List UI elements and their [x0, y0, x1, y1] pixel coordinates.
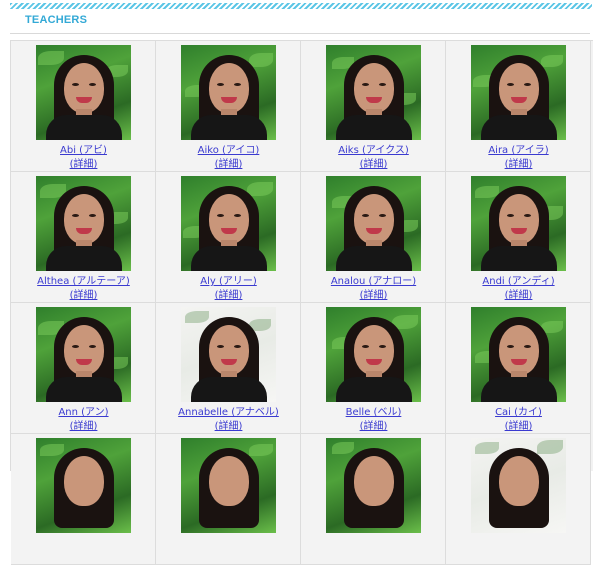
teacher-name-link[interactable]: Aiko (アイコ) [156, 141, 301, 156]
teacher-photo[interactable] [326, 438, 421, 533]
teacher-card: Analou (アナロー) (詳細) [301, 172, 446, 303]
teacher-name-link[interactable]: Abi (アビ) [11, 141, 156, 156]
teacher-name-link[interactable]: Andi (アンディ) [446, 272, 591, 287]
teacher-card: Althea (アルテーア) (詳細) [11, 172, 156, 303]
teacher-card [11, 434, 156, 565]
teacher-detail-link[interactable]: (詳細) [446, 286, 591, 301]
teacher-photo[interactable] [181, 438, 276, 533]
teacher-photo[interactable] [471, 45, 566, 140]
teacher-name-link[interactable]: Aira (アイラ) [446, 141, 591, 156]
teacher-detail-link[interactable]: (詳細) [301, 286, 446, 301]
teacher-photo[interactable] [36, 438, 131, 533]
teacher-photo[interactable] [36, 307, 131, 402]
teacher-photo[interactable] [181, 176, 276, 271]
teacher-name-link[interactable]: Althea (アルテーア) [11, 272, 156, 287]
teacher-detail-link[interactable]: (詳細) [11, 286, 156, 301]
teacher-photo[interactable] [181, 45, 276, 140]
page-title: TEACHERS [25, 14, 88, 26]
teacher-name-link[interactable]: Aiks (アイクス) [301, 141, 446, 156]
teacher-photo[interactable] [36, 45, 131, 140]
teacher-detail-link[interactable]: (詳細) [446, 417, 591, 432]
teacher-grid: Abi (アビ) (詳細) Aiko (アイコ) (詳細) Aiks (アイクス… [10, 40, 593, 565]
teacher-name-link[interactable]: Aly (アリー) [156, 272, 301, 287]
teacher-detail-link[interactable]: (詳細) [156, 155, 301, 170]
teacher-name-link[interactable]: Belle (ベル) [301, 403, 446, 418]
teacher-card: Andi (アンディ) (詳細) [446, 172, 591, 303]
teacher-card [301, 434, 446, 565]
teacher-detail-link[interactable]: (詳細) [11, 155, 156, 170]
teacher-photo[interactable] [326, 176, 421, 271]
teacher-photo[interactable] [471, 307, 566, 402]
teacher-name-link[interactable]: Cai (カイ) [446, 403, 591, 418]
teacher-card: Aly (アリー) (詳細) [156, 172, 301, 303]
section-header: TEACHERS [10, 9, 590, 34]
teacher-name-link[interactable]: Annabelle (アナベル) [156, 403, 301, 418]
teacher-photo[interactable] [326, 45, 421, 140]
teacher-card: Aira (アイラ) (詳細) [446, 41, 591, 172]
teacher-detail-link[interactable]: (詳細) [446, 155, 591, 170]
teacher-detail-link[interactable]: (詳細) [301, 155, 446, 170]
teacher-detail-link[interactable]: (詳細) [156, 286, 301, 301]
teacher-card: Belle (ベル) (詳細) [301, 303, 446, 434]
teacher-card [446, 434, 591, 565]
teacher-card: Ann (アン) (詳細) [11, 303, 156, 434]
teacher-photo[interactable] [471, 176, 566, 271]
teacher-detail-link[interactable]: (詳細) [156, 417, 301, 432]
teacher-photo[interactable] [326, 307, 421, 402]
teacher-detail-link[interactable]: (詳細) [301, 417, 446, 432]
teacher-card: Annabelle (アナベル) (詳細) [156, 303, 301, 434]
teacher-name-link[interactable]: Ann (アン) [11, 403, 156, 418]
teacher-detail-link[interactable]: (詳細) [11, 417, 156, 432]
teacher-name-link[interactable]: Analou (アナロー) [301, 272, 446, 287]
teacher-card: Abi (アビ) (詳細) [11, 41, 156, 172]
teacher-photo[interactable] [181, 307, 276, 402]
teacher-photo[interactable] [36, 176, 131, 271]
teacher-card: Aiks (アイクス) (詳細) [301, 41, 446, 172]
teacher-photo[interactable] [471, 438, 566, 533]
teacher-card [156, 434, 301, 565]
teacher-card: Cai (カイ) (詳細) [446, 303, 591, 434]
teacher-card: Aiko (アイコ) (詳細) [156, 41, 301, 172]
